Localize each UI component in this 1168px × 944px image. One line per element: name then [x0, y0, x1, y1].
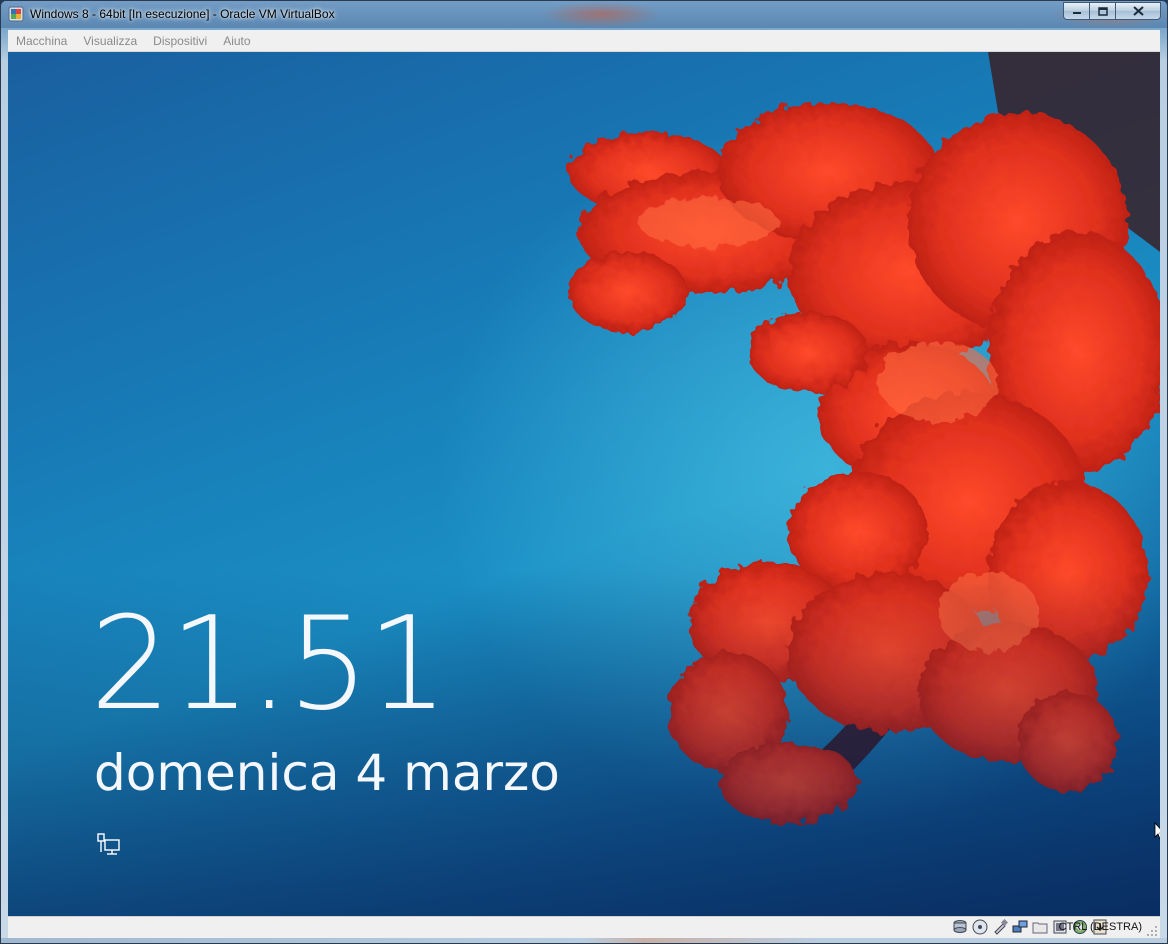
- title-bar[interactable]: Windows 8 - 64bit [In esecuzione] - Orac…: [1, 1, 1167, 28]
- usb-icon[interactable]: [992, 919, 1008, 935]
- host-key-label: CTRL (DESTRA): [1058, 921, 1142, 933]
- menu-dispositivi[interactable]: Dispositivi: [145, 34, 215, 48]
- menu-visualizza[interactable]: Visualizza: [75, 34, 145, 48]
- close-button[interactable]: [1116, 2, 1161, 20]
- window-bottom-border: [1, 938, 1167, 943]
- resize-grip-icon[interactable]: [1146, 925, 1158, 937]
- mouse-cursor-icon: [1154, 822, 1160, 840]
- hard-disk-icon[interactable]: [952, 919, 968, 935]
- menu-aiuto[interactable]: Aiuto: [215, 34, 258, 48]
- minimize-icon: [1072, 12, 1081, 14]
- lockscreen-time: 21.51: [90, 590, 448, 739]
- title-bar-glow: [541, 1, 661, 28]
- virtualbox-app-icon[interactable]: [8, 6, 24, 22]
- lockscreen-date: domenica 4 marzo: [94, 744, 560, 802]
- status-bar: CTRL (DESTRA): [8, 916, 1160, 939]
- virtualbox-window: Windows 8 - 64bit [In esecuzione] - Orac…: [0, 0, 1168, 944]
- minimize-button[interactable]: [1063, 2, 1090, 20]
- menu-macchina[interactable]: Macchina: [8, 34, 75, 48]
- close-icon: [1132, 6, 1144, 16]
- optical-drive-icon[interactable]: [972, 919, 988, 935]
- maximize-button[interactable]: [1090, 2, 1116, 20]
- network-icon[interactable]: [96, 832, 122, 858]
- vm-display[interactable]: 21.51 domenica 4 marzo: [8, 52, 1160, 916]
- window-title: Windows 8 - 64bit [In esecuzione] - Orac…: [30, 7, 335, 21]
- network-adapters-icon[interactable]: [1012, 919, 1028, 935]
- menu-bar: Macchina Visualizza Dispositivi Aiuto: [8, 30, 1160, 52]
- maximize-icon: [1097, 6, 1108, 16]
- caption-buttons: [1063, 2, 1161, 20]
- shared-folders-icon[interactable]: [1032, 919, 1048, 935]
